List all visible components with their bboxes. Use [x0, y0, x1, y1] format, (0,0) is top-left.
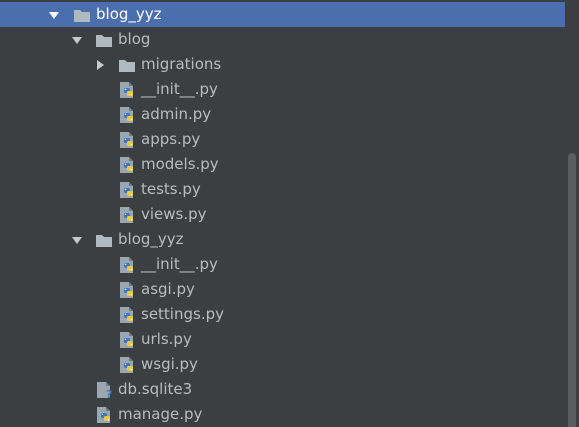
expand-down-icon[interactable]	[48, 9, 60, 21]
tree-item-label: admin.py	[141, 105, 212, 123]
tree-item-label: wsgi.py	[141, 355, 198, 373]
tree-item-label: blog_yyz	[96, 5, 162, 23]
tree-item-blog-yyz-root[interactable]: blog_yyz	[0, 2, 579, 27]
python-file-icon	[120, 181, 133, 198]
folder-icon	[119, 59, 135, 72]
python-file-icon	[120, 156, 133, 173]
tree-item-file[interactable]: db.sqlite3	[0, 377, 579, 402]
tree-item-label: apps.py	[141, 130, 201, 148]
python-file-icon	[120, 281, 133, 298]
python-file-icon	[120, 81, 133, 98]
tree-item-label: __init__.py	[141, 80, 218, 98]
tree-item-file[interactable]: wsgi.py	[0, 352, 579, 377]
tree-item-label: models.py	[141, 155, 219, 173]
tree-item-file[interactable]: admin.py	[0, 102, 579, 127]
python-file-icon	[120, 131, 133, 148]
tree-item-file[interactable]: tests.py	[0, 177, 579, 202]
tree-item-label: views.py	[141, 205, 207, 223]
folder-icon	[96, 234, 112, 247]
unknown-file-icon	[97, 381, 113, 399]
tree-item-label: __init__.py	[141, 255, 218, 273]
python-file-icon	[120, 256, 133, 273]
expand-down-icon[interactable]	[71, 34, 83, 46]
tree-item-file[interactable]: models.py	[0, 152, 579, 177]
tree-item-file[interactable]: __init__.py	[0, 77, 579, 102]
tree-item-file[interactable]: urls.py	[0, 327, 579, 352]
python-file-icon	[120, 356, 133, 373]
expand-right-icon[interactable]	[94, 59, 106, 71]
vertical-scrollbar[interactable]	[565, 0, 579, 427]
scrollbar-thumb[interactable]	[568, 153, 576, 427]
python-file-icon	[120, 106, 133, 123]
tree-item-file[interactable]: settings.py	[0, 302, 579, 327]
tree-item-migrations[interactable]: migrations	[0, 52, 579, 77]
tree-item-label: tests.py	[141, 180, 201, 198]
tree-item-file[interactable]: asgi.py	[0, 277, 579, 302]
python-file-icon	[120, 206, 133, 223]
tree-item-label: blog_yyz	[118, 230, 184, 248]
tree-item-blog[interactable]: blog	[0, 27, 579, 52]
tree-item-label: migrations	[141, 55, 222, 73]
python-file-icon	[97, 406, 110, 423]
project-tree: blog_yyz blog migrations __init__.py adm…	[0, 0, 579, 427]
tree-item-label: manage.py	[118, 405, 203, 423]
tree-item-label: db.sqlite3	[118, 380, 193, 398]
tree-item-file[interactable]: apps.py	[0, 127, 579, 152]
python-file-icon	[120, 306, 133, 323]
tree-item-file[interactable]: manage.py	[0, 402, 579, 427]
expand-down-icon[interactable]	[71, 234, 83, 246]
tree-item-label: blog	[118, 30, 151, 48]
tree-item-label: urls.py	[141, 330, 192, 348]
folder-icon	[74, 9, 90, 22]
tree-item-file[interactable]: views.py	[0, 202, 579, 227]
tree-item-label: asgi.py	[141, 280, 195, 298]
folder-icon	[96, 34, 112, 47]
tree-item-blog-yyz[interactable]: blog_yyz	[0, 227, 579, 252]
python-file-icon	[120, 331, 133, 348]
tree-item-label: settings.py	[141, 305, 224, 323]
tree-item-file[interactable]: __init__.py	[0, 252, 579, 277]
